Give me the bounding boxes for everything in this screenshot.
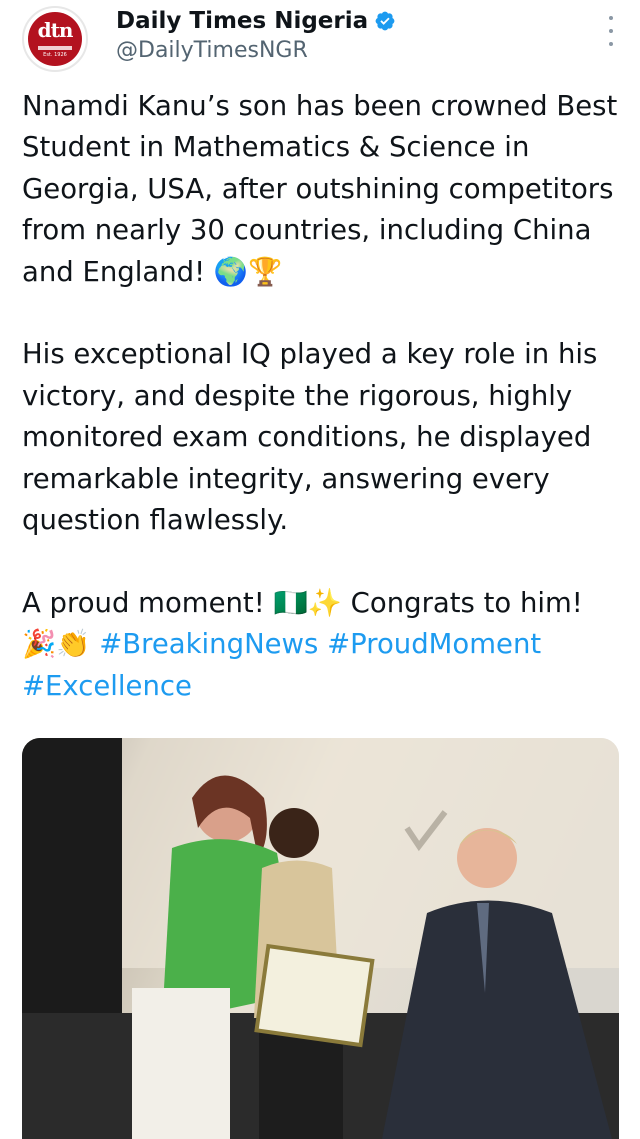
avatar-mark: dtn [37,18,74,42]
more-dot [609,42,613,46]
boy-head [269,808,319,858]
more-dot [609,16,613,20]
hashtag-breakingnews[interactable]: #BreakingNews [99,628,318,660]
hashtag-excellence[interactable]: #Excellence [22,670,192,702]
avatar-logo: dtn Est. 1926 [28,12,82,66]
tweet-paragraph-3: A proud moment! 🇳🇬✨ Congrats to him! 🎉👏 … [22,583,622,707]
display-name-row: Daily Times Nigeria [116,6,396,36]
woman-pants [132,988,230,1139]
display-name[interactable]: Daily Times Nigeria [116,8,368,34]
author-avatar[interactable]: dtn Est. 1926 [22,6,88,72]
tweet-photo[interactable] [22,738,619,1139]
avatar-small-text: Est. 1926 [43,52,67,58]
tweet-text: Nnamdi Kanu’s son has been crowned Best … [22,86,622,707]
verified-badge-icon [375,11,395,31]
avatar-strip [38,46,72,50]
more-dot [609,29,613,33]
hashtag-proudmoment[interactable]: #ProudMoment [327,628,541,660]
tweet-paragraph-2: His exceptional IQ played a key role in … [22,338,598,537]
tweet-header: dtn Est. 1926 Daily Times Nigeria @Daily… [22,6,622,72]
author-names: Daily Times Nigeria @DailyTimesNGR [116,6,396,63]
author-handle[interactable]: @DailyTimesNGR [116,38,396,63]
certificate [254,943,375,1048]
more-options-icon[interactable] [604,16,618,46]
award-ceremony-photo [22,738,619,1139]
tweet-paragraph-1: Nnamdi Kanu’s son has been crowned Best … [22,90,618,288]
